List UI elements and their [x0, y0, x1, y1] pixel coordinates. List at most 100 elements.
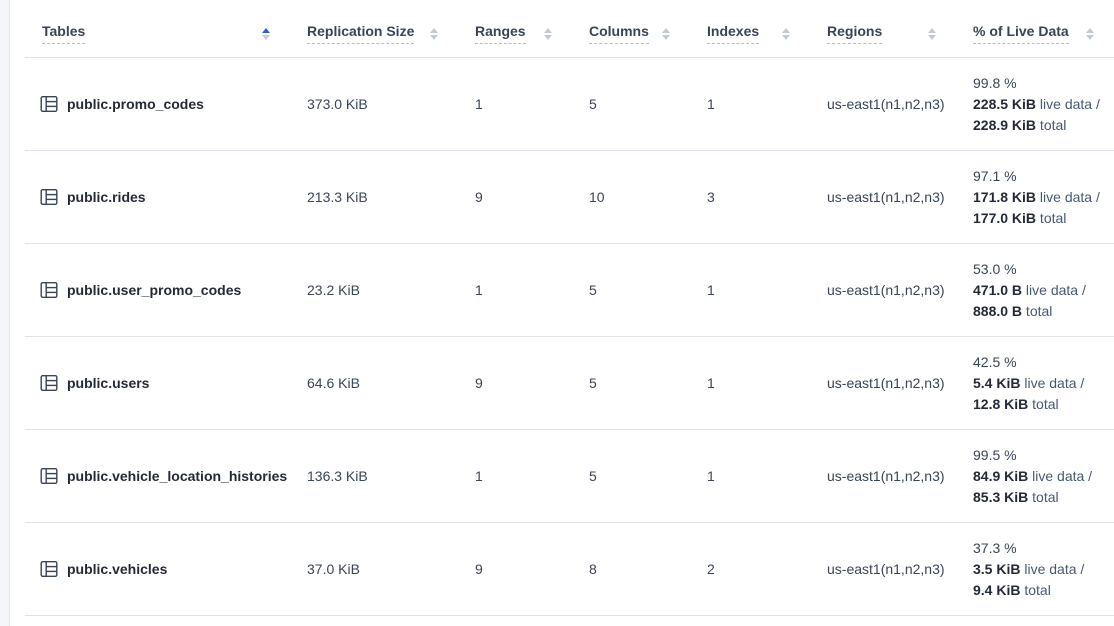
table-row[interactable]: public.vehicles 37.0 KiB 9 8 2 us-east1(…	[25, 523, 1114, 616]
table-grid-icon	[40, 281, 58, 299]
columns-cell: 5	[572, 282, 690, 298]
sort-carets-icon[interactable]	[1086, 28, 1094, 40]
indexes-cell: 3	[690, 189, 810, 205]
column-header-columns[interactable]: Columns	[572, 10, 690, 57]
regions-cell: us-east1(n1,n2,n3)	[810, 468, 956, 484]
column-header-label[interactable]: Replication Size	[307, 23, 414, 44]
live-data-cell: 37.3 % 3.5 KiB live data / 9.4 KiB total	[956, 538, 1114, 601]
total-bytes-line: 228.9 KiB total	[973, 115, 1108, 136]
table-name-cell: public.user_promo_codes	[25, 281, 290, 299]
table-row[interactable]: public.user_promo_codes 23.2 KiB 1 5 1 u…	[25, 244, 1114, 337]
sort-carets-icon[interactable]	[662, 28, 670, 40]
ranges-cell: 1	[458, 96, 572, 112]
live-bytes-value: 228.5 KiB	[973, 96, 1036, 112]
table-name-link[interactable]: public.promo_codes	[67, 96, 204, 112]
ranges-cell: 9	[458, 561, 572, 577]
column-header-label[interactable]: Regions	[827, 23, 882, 44]
live-data-percent: 42.5 %	[973, 352, 1108, 373]
column-header-label[interactable]: Indexes	[707, 23, 759, 44]
table-row[interactable]: public.vehicle_location_histories 136.3 …	[25, 430, 1114, 523]
ranges-cell: 9	[458, 189, 572, 205]
table-name-link[interactable]: public.rides	[67, 189, 146, 205]
table-name-cell: public.vehicle_location_histories	[25, 467, 290, 485]
live-data-cell: 53.0 % 471.0 B live data / 888.0 B total	[956, 259, 1114, 322]
table-name-link[interactable]: public.users	[67, 375, 149, 391]
live-data-percent: 99.5 %	[973, 445, 1108, 466]
column-header-live-data[interactable]: % of Live Data	[956, 10, 1114, 57]
column-header-indexes[interactable]: Indexes	[690, 10, 810, 57]
table-name-cell: public.vehicles	[25, 560, 290, 578]
page-left-gutter	[0, 0, 10, 626]
column-header-regions[interactable]: Regions	[810, 10, 956, 57]
live-data-percent: 99.8 %	[973, 73, 1108, 94]
sort-carets-icon[interactable]	[262, 28, 270, 40]
total-bytes-label: total	[1028, 396, 1058, 412]
indexes-cell: 2	[690, 561, 810, 577]
sort-carets-icon[interactable]	[544, 28, 552, 40]
replication-size-cell: 64.6 KiB	[290, 375, 458, 391]
ranges-cell: 1	[458, 282, 572, 298]
column-header-replication-size[interactable]: Replication Size	[290, 10, 458, 57]
live-data-cell: 99.8 % 228.5 KiB live data / 228.9 KiB t…	[956, 73, 1114, 136]
regions-cell: us-east1(n1,n2,n3)	[810, 189, 956, 205]
live-data-cell: 97.1 % 171.8 KiB live data / 177.0 KiB t…	[956, 166, 1114, 229]
column-header-label[interactable]: Ranges	[475, 23, 526, 44]
columns-cell: 5	[572, 96, 690, 112]
total-bytes-label: total	[1028, 489, 1058, 505]
table-grid-icon	[40, 95, 58, 113]
table-row[interactable]: public.rides 213.3 KiB 9 10 3 us-east1(n…	[25, 151, 1114, 244]
database-tables-list: Tables Replication Size Ranges Columns I…	[25, 10, 1114, 616]
sort-carets-icon[interactable]	[782, 28, 790, 40]
table-grid-icon	[40, 467, 58, 485]
columns-cell: 5	[572, 468, 690, 484]
column-header-label[interactable]: Tables	[42, 23, 85, 44]
table-row[interactable]: public.promo_codes 373.0 KiB 1 5 1 us-ea…	[25, 58, 1114, 151]
columns-cell: 8	[572, 561, 690, 577]
live-data-bytes-line: 5.4 KiB live data /	[973, 373, 1108, 394]
total-bytes-line: 9.4 KiB total	[973, 580, 1108, 601]
total-bytes-line: 888.0 B total	[973, 301, 1108, 322]
live-data-bytes-line: 471.0 B live data /	[973, 280, 1108, 301]
columns-cell: 10	[572, 189, 690, 205]
table-row[interactable]: public.users 64.6 KiB 9 5 1 us-east1(n1,…	[25, 337, 1114, 430]
table-name-link[interactable]: public.user_promo_codes	[67, 282, 241, 298]
total-bytes-value: 888.0 B	[973, 303, 1022, 319]
total-bytes-value: 12.8 KiB	[973, 396, 1028, 412]
column-header-ranges[interactable]: Ranges	[458, 10, 572, 57]
table-grid-icon	[40, 188, 58, 206]
replication-size-cell: 213.3 KiB	[290, 189, 458, 205]
live-bytes-label: live data /	[1036, 189, 1100, 205]
total-bytes-line: 85.3 KiB total	[973, 487, 1108, 508]
live-data-bytes-line: 171.8 KiB live data /	[973, 187, 1108, 208]
total-bytes-line: 177.0 KiB total	[973, 208, 1108, 229]
table-name-link[interactable]: public.vehicle_location_histories	[67, 468, 287, 484]
column-header-label[interactable]: Columns	[589, 23, 649, 44]
live-data-percent: 53.0 %	[973, 259, 1108, 280]
live-bytes-label: live data /	[1020, 375, 1084, 391]
columns-cell: 5	[572, 375, 690, 391]
replication-size-cell: 136.3 KiB	[290, 468, 458, 484]
column-header-tables[interactable]: Tables	[25, 10, 290, 57]
column-header-label[interactable]: % of Live Data	[973, 23, 1069, 44]
live-data-bytes-line: 228.5 KiB live data /	[973, 94, 1108, 115]
total-bytes-label: total	[1036, 117, 1066, 133]
sort-carets-icon[interactable]	[430, 28, 438, 40]
indexes-cell: 1	[690, 282, 810, 298]
indexes-cell: 1	[690, 468, 810, 484]
live-bytes-value: 171.8 KiB	[973, 189, 1036, 205]
total-bytes-value: 85.3 KiB	[973, 489, 1028, 505]
live-bytes-label: live data /	[1036, 96, 1100, 112]
live-bytes-label: live data /	[1020, 561, 1084, 577]
table-header-row: Tables Replication Size Ranges Columns I…	[25, 10, 1114, 58]
live-bytes-value: 5.4 KiB	[973, 375, 1020, 391]
live-bytes-value: 471.0 B	[973, 282, 1022, 298]
total-bytes-label: total	[1022, 303, 1052, 319]
total-bytes-label: total	[1036, 210, 1066, 226]
live-bytes-value: 84.9 KiB	[973, 468, 1028, 484]
replication-size-cell: 23.2 KiB	[290, 282, 458, 298]
table-grid-icon	[40, 374, 58, 392]
live-data-bytes-line: 3.5 KiB live data /	[973, 559, 1108, 580]
replication-size-cell: 37.0 KiB	[290, 561, 458, 577]
sort-carets-icon[interactable]	[928, 28, 936, 40]
table-name-link[interactable]: public.vehicles	[67, 561, 167, 577]
